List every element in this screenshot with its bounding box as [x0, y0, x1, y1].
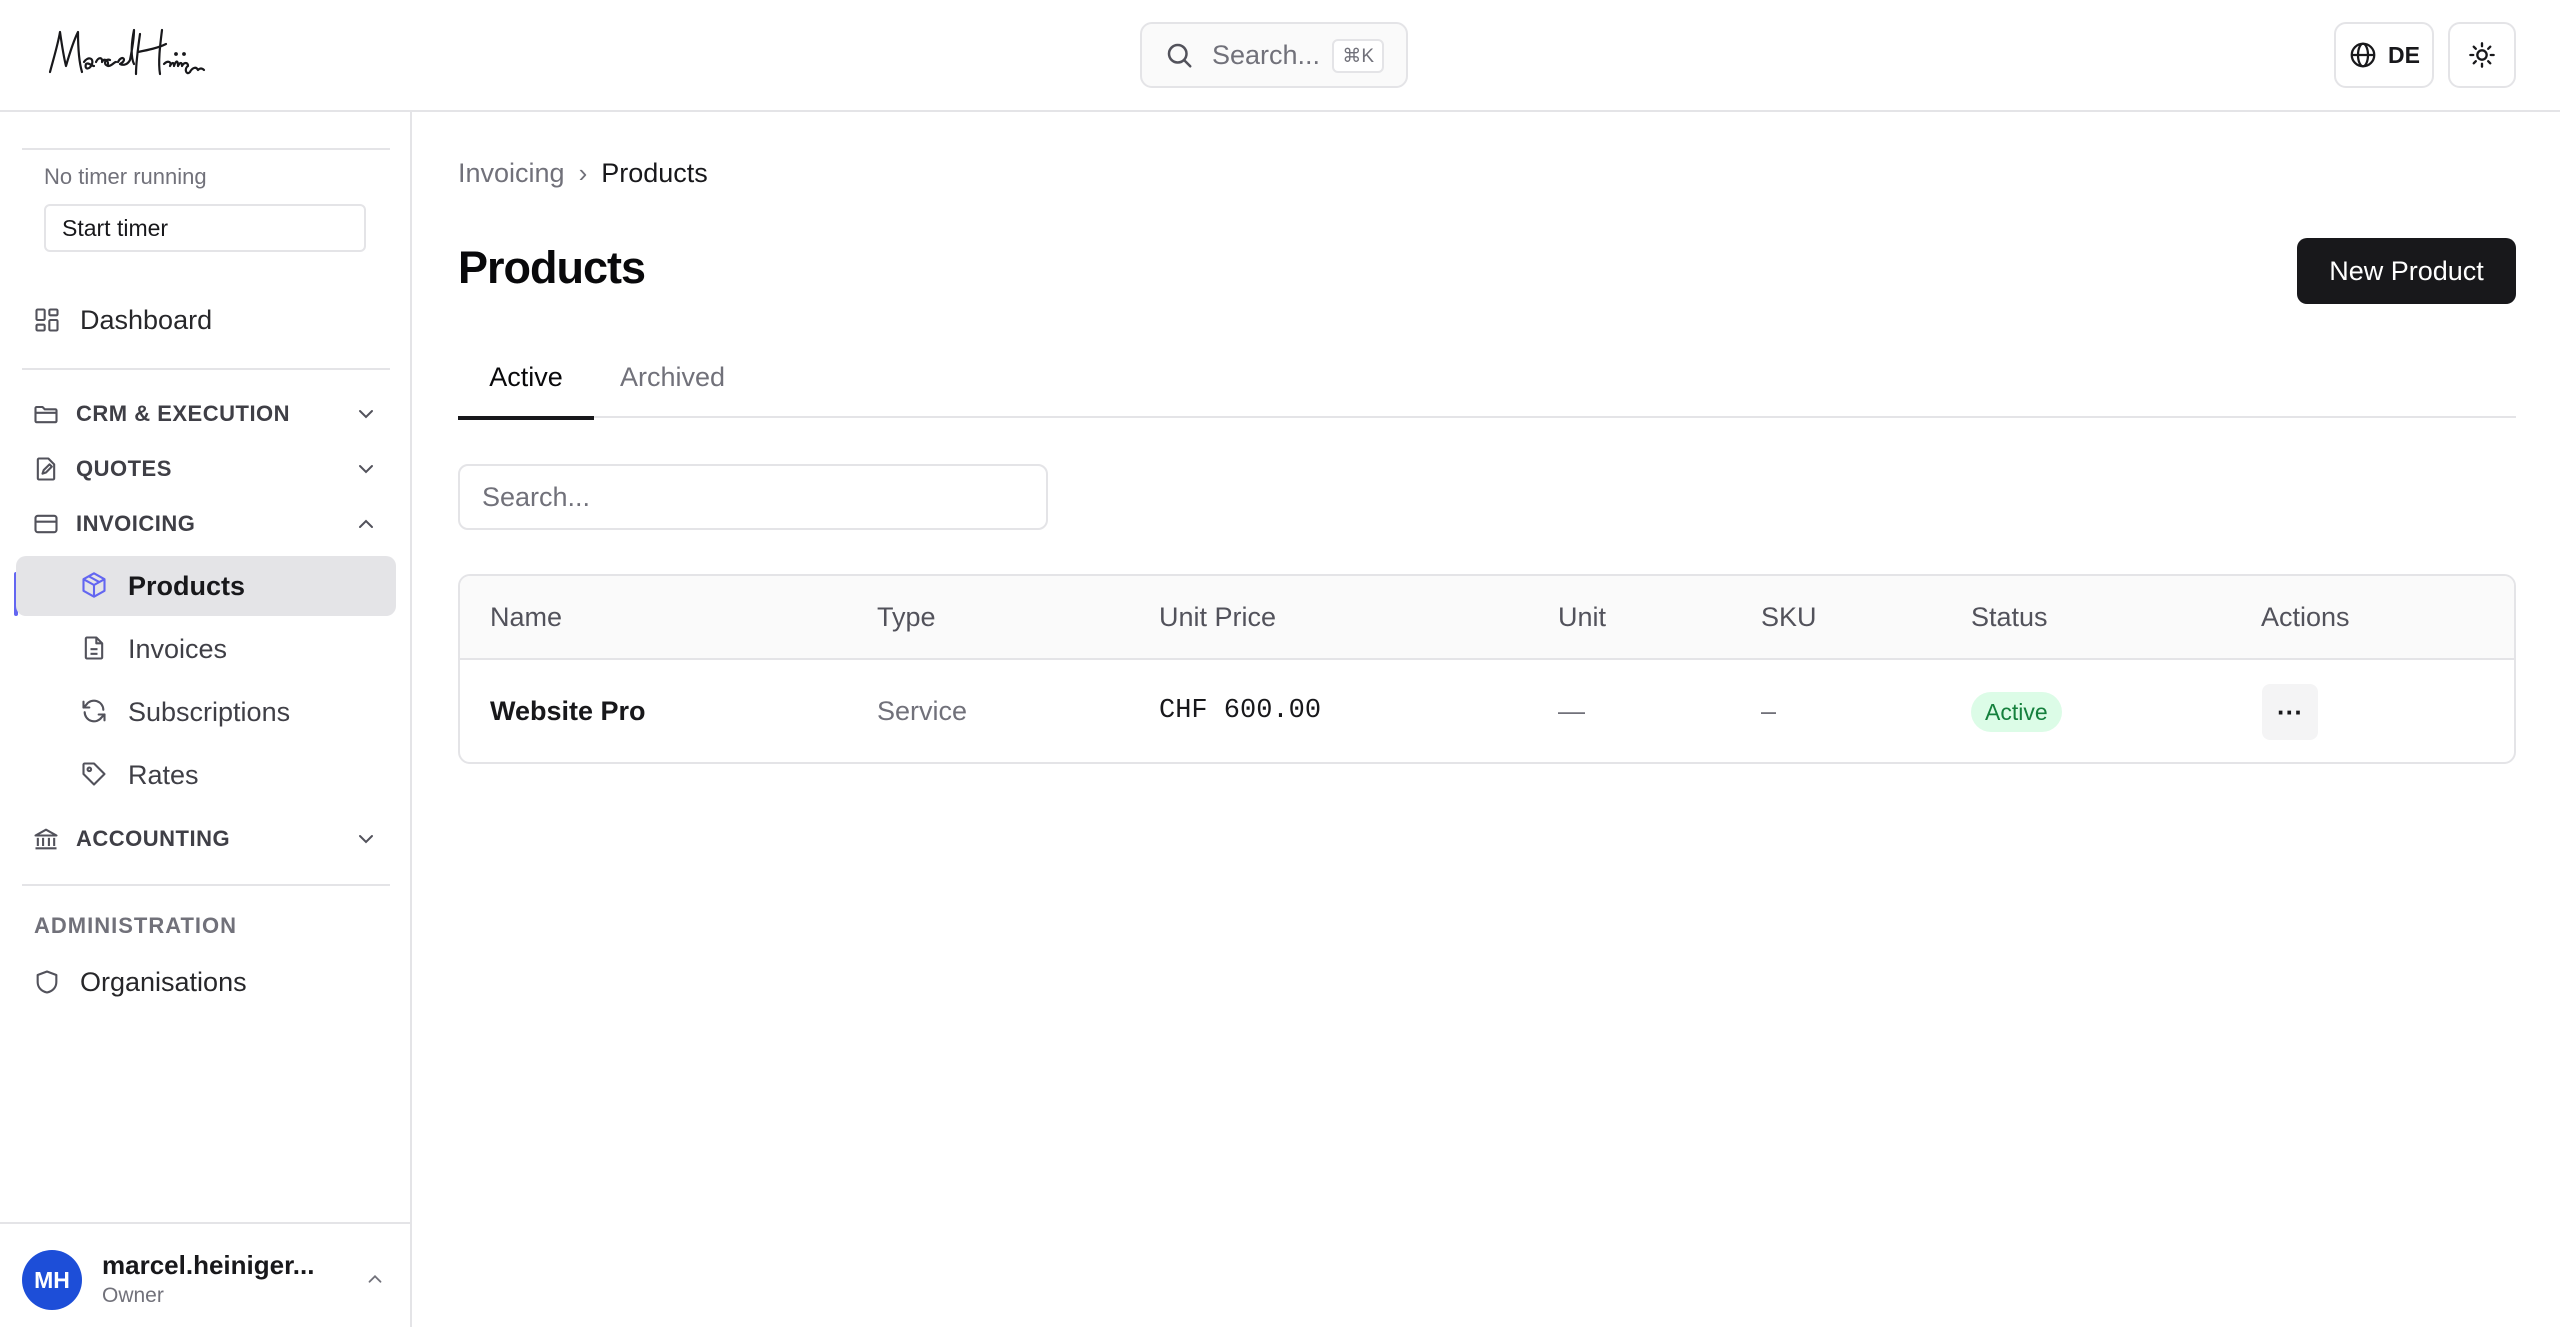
column-header-name[interactable]: Name — [490, 602, 562, 633]
tag-icon — [80, 760, 110, 790]
start-timer-button[interactable]: Start timer — [44, 204, 366, 252]
column-header-unit-price[interactable]: Unit Price — [1159, 602, 1276, 633]
brand-logo[interactable] — [44, 22, 214, 86]
language-code: DE — [2388, 41, 2420, 68]
sidebar-item-label: Invoices — [128, 633, 228, 664]
globe-icon — [2348, 40, 2378, 70]
page-title: Products — [458, 242, 646, 293]
sidebar-item-label: Rates — [128, 759, 199, 790]
chevron-down-icon — [354, 402, 378, 426]
chevron-up-icon — [364, 1268, 386, 1290]
search-icon — [1164, 40, 1194, 70]
sidebar-item-label: Products — [128, 570, 246, 601]
section-accounting[interactable]: ACCOUNTING — [22, 814, 390, 864]
section-label: INVOICING — [76, 511, 196, 536]
chevron-up-icon — [354, 512, 378, 536]
user-menu[interactable]: MH marcel.heiniger... Owner — [0, 1222, 410, 1327]
bank-icon — [32, 825, 60, 853]
status-badge: Active — [1971, 692, 2062, 732]
search-shortcut-hint: ⌘K — [1332, 39, 1384, 73]
sidebar-item-dashboard[interactable]: Dashboard — [22, 292, 212, 348]
sidebar-divider — [22, 884, 390, 886]
file-text-icon — [80, 634, 110, 664]
cell-type: Service — [877, 696, 968, 726]
sun-icon — [2468, 41, 2496, 69]
sidebar: No timer running Start timer Dashboard C… — [0, 112, 412, 1327]
table-header: Name Type Unit Price Unit SKU Status Act… — [460, 576, 2514, 660]
new-product-button[interactable]: New Product — [2297, 238, 2516, 304]
cell-unit: — — [1558, 696, 1585, 726]
sidebar-item-label: Dashboard — [80, 304, 213, 335]
user-role: Owner — [102, 1284, 164, 1307]
column-header-status[interactable]: Status — [1971, 602, 2048, 633]
package-icon — [80, 571, 110, 601]
column-header-unit[interactable]: Unit — [1558, 602, 1606, 633]
section-crm-execution[interactable]: CRM & EXECUTION — [22, 389, 390, 439]
global-search-button[interactable]: Search... ⌘K — [1140, 22, 1408, 88]
column-header-type[interactable]: Type — [877, 602, 936, 633]
chevron-down-icon — [354, 457, 378, 481]
section-quotes[interactable]: QUOTES — [22, 444, 390, 494]
section-label: CRM & EXECUTION — [76, 401, 291, 426]
theme-toggle-button[interactable] — [2448, 22, 2516, 88]
sidebar-item-organisations[interactable]: Organisations — [22, 954, 247, 1010]
cell-unit-price: CHF 600.00 — [1159, 696, 1322, 726]
section-label: QUOTES — [76, 456, 172, 481]
section-invoicing[interactable]: INVOICING — [22, 499, 390, 549]
sidebar-item-label: Organisations — [80, 966, 247, 997]
row-actions-button[interactable]: ··· — [2262, 684, 2318, 740]
breadcrumb-current: Products — [601, 158, 708, 188]
chevron-down-icon — [354, 827, 378, 851]
sidebar-item-subscriptions[interactable]: Subscriptions — [16, 682, 396, 742]
refresh-icon — [80, 697, 110, 727]
column-header-sku[interactable]: SKU — [1761, 602, 1817, 633]
global-search-label: Search... — [1212, 39, 1321, 70]
quote-document-icon — [32, 455, 60, 483]
top-bar: Search... ⌘K DE — [0, 0, 2560, 112]
products-search-input[interactable] — [458, 464, 1048, 530]
timer-divider — [22, 148, 390, 150]
administration-heading: ADMINISTRATION — [34, 913, 238, 938]
credit-card-icon — [32, 510, 60, 538]
avatar: MH — [22, 1250, 82, 1310]
shield-icon — [32, 967, 62, 997]
sidebar-item-label: Subscriptions — [128, 696, 291, 727]
tabs-underline — [458, 416, 2516, 418]
sidebar-item-rates[interactable]: Rates — [16, 745, 396, 805]
language-switcher[interactable]: DE — [2334, 22, 2434, 88]
breadcrumb: Invoicing › Products — [458, 158, 708, 189]
sidebar-divider — [22, 368, 390, 370]
tab-archived[interactable]: Archived — [620, 362, 725, 393]
breadcrumb-separator: › — [578, 158, 588, 188]
products-table: Name Type Unit Price Unit SKU Status Act… — [458, 574, 2516, 764]
column-header-actions: Actions — [2261, 602, 2350, 632]
dashboard-icon — [32, 305, 62, 335]
user-name: marcel.heiniger... — [102, 1250, 315, 1280]
tab-active[interactable]: Active — [458, 362, 594, 420]
folder-icon — [32, 400, 60, 428]
timer-status: No timer running — [44, 164, 207, 189]
breadcrumb-invoicing-link[interactable]: Invoicing — [458, 158, 565, 189]
section-label: ACCOUNTING — [76, 826, 231, 851]
sidebar-item-products[interactable]: Products — [16, 556, 396, 616]
sidebar-item-invoices[interactable]: Invoices — [16, 619, 396, 679]
cell-name[interactable]: Website Pro — [490, 696, 646, 727]
cell-sku: – — [1761, 696, 1777, 726]
